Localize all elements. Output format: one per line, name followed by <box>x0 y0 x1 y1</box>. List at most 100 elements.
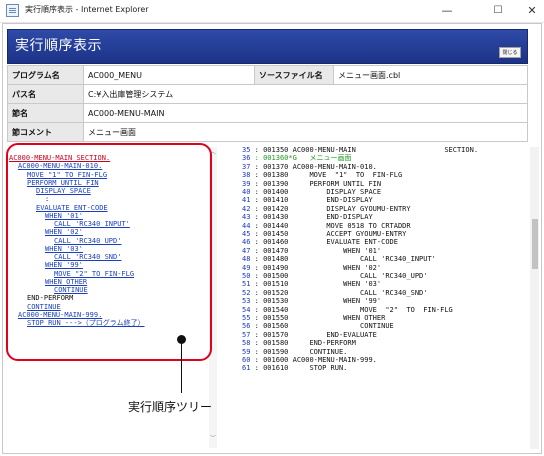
window-close-button[interactable]: ✕ <box>515 0 544 22</box>
info-row-path: パス名 C:¥入出庫管理システム <box>7 84 528 104</box>
code-text: END-PERFORM <box>292 339 356 348</box>
code-text: AC000-MENU-MAIN-010. <box>292 162 377 171</box>
line-separator: : <box>250 146 264 154</box>
code-text: WHEN '01' <box>292 246 382 255</box>
code-scrollbar[interactable] <box>530 147 539 449</box>
section-value: AC000-MENU-MAIN <box>83 103 528 123</box>
info-row-comment: 節コメント メニュー画面 <box>7 122 528 142</box>
code-scrollbar-thumb[interactable] <box>532 219 538 269</box>
code-line: 35 : 001350 AC000-MENU-MAIN SECTION. <box>242 146 478 154</box>
code-line: 48 : 001480 CALL 'RC340_INPUT' <box>242 255 436 263</box>
callout-line <box>181 343 182 393</box>
line-separator: : <box>250 288 264 297</box>
code-text: CALL 'RC340_UPD' <box>292 272 428 280</box>
path-value: C:¥入出庫管理システム <box>83 84 528 104</box>
sequence-number: 001500 <box>263 272 289 280</box>
close-dialog-button[interactable]: 閉じる <box>499 47 521 58</box>
code-text: STOP RUN. <box>292 364 348 373</box>
sequence-number: 001540 <box>263 305 289 314</box>
line-separator: : <box>250 364 264 373</box>
code-line: 38 : 001380 MOVE "1" TO FIN-FLG <box>242 171 402 179</box>
tree-highlight-outline <box>6 143 212 361</box>
code-line: 56 : 001560 CONTINUE <box>242 322 394 330</box>
info-table: プログラム名 AC000_MENU ソースファイル名 メニュー画面.cbl パス… <box>7 65 528 142</box>
line-separator: : <box>250 322 264 331</box>
code-line: 53 : 001530 WHEN '99' <box>242 297 381 305</box>
sequence-number: 001420 <box>263 204 289 213</box>
line-separator: : <box>250 221 264 230</box>
sequence-number: 001390 <box>263 179 289 188</box>
sequence-number: 001370 <box>263 162 289 171</box>
sequence-number: 001480 <box>263 255 289 264</box>
sequence-number: 001560 <box>263 322 289 331</box>
line-separator: : <box>250 179 264 188</box>
sequence-number: 001580 <box>263 339 289 348</box>
code-line: 54 : 001540 MOVE "2" TO FIN-FLG <box>242 306 453 314</box>
code-line: 59 : 001590 CONTINUE. <box>242 348 347 356</box>
code-line: 51 : 001510 WHEN '03' <box>242 280 381 288</box>
code-text: DISPLAY SPACE <box>292 188 382 196</box>
code-line: 36 : 001360*G メニュー画面 <box>242 154 351 162</box>
line-separator: : <box>250 305 264 314</box>
source-file-value: メニュー画面.cbl <box>333 65 528 85</box>
code-line: 52 : 001520 CALL 'RC340_SND' <box>242 289 427 297</box>
line-separator: : <box>250 280 264 289</box>
code-line: 44 : 001440 MOVE 0518 TO CRTADDR <box>242 222 411 230</box>
info-row-section: 節名 AC000-MENU-MAIN <box>7 103 528 123</box>
sequence-number: 001350 <box>263 146 289 154</box>
info-row-program: プログラム名 AC000_MENU ソースファイル名 メニュー画面.cbl <box>7 65 528 85</box>
code-text: END-DISPLAY <box>292 213 373 222</box>
sequence-number: 001490 <box>263 263 289 272</box>
code-text: CALL 'RC340_SND' <box>292 288 428 297</box>
line-separator: : <box>250 196 264 205</box>
maximize-button[interactable]: ☐ <box>481 0 515 22</box>
line-separator: : <box>250 347 264 356</box>
line-separator: : <box>250 255 264 264</box>
window-title: 実行順序表示 - Internet Explorer <box>25 5 149 14</box>
code-line: 61 : 001610 STOP RUN. <box>242 364 347 372</box>
code-text: WHEN '02' <box>292 263 382 272</box>
code-text: メニュー画面 <box>301 154 352 163</box>
code-text: WHEN '03' <box>292 280 382 289</box>
path-label: パス名 <box>7 84 84 104</box>
line-separator: : <box>250 263 264 272</box>
code-line: 55 : 001550 WHEN OTHER <box>242 314 385 322</box>
sequence-number: 001570 <box>263 330 289 339</box>
code-text: CALL 'RC340_INPUT' <box>292 255 436 264</box>
line-separator: : <box>250 188 264 196</box>
code-line: 57 : 001570 END-EVALUATE <box>242 331 377 339</box>
code-line: 40 : 001400 DISPLAY SPACE <box>242 188 381 196</box>
sequence-number: 001600 <box>263 356 289 364</box>
page-title: 実行順序表示 <box>15 38 102 54</box>
code-text: ACCEPT GYOUMU-ENTRY <box>292 230 407 238</box>
line-separator: : <box>250 162 264 171</box>
sequence-number: 001430 <box>263 213 289 222</box>
code-text: DISPLAY GYOUMU-ENTRY <box>292 204 411 213</box>
program-name-label: プログラム名 <box>7 65 84 85</box>
code-line: 46 : 001460 EVALUATE ENT-CODE <box>242 238 398 246</box>
section-label: 節名 <box>7 103 84 123</box>
code-text: END-DISPLAY <box>292 196 373 205</box>
code-line: 58 : 001580 END-PERFORM <box>242 339 356 347</box>
section-comment-label: 節コメント <box>7 122 84 142</box>
line-separator: : <box>250 213 264 222</box>
minimize-button[interactable]: — <box>430 0 464 22</box>
code-text: CONTINUE. <box>292 347 348 356</box>
scroll-down-icon[interactable]: ﹀ <box>209 435 217 443</box>
code-text: PERFORM UNTIL FIN <box>292 179 382 188</box>
code-line: 50 : 001500 CALL 'RC340_UPD' <box>242 272 427 280</box>
code-line: 60 : 001600 AC000-MENU-MAIN-999. <box>242 356 377 364</box>
sequence-number: 001590 <box>263 347 289 356</box>
code-line: 41 : 001410 END-DISPLAY <box>242 196 373 204</box>
code-text: MOVE "1" TO FIN-FLG <box>292 171 403 180</box>
code-text: MOVE "2" TO FIN-FLG <box>292 305 453 314</box>
line-separator: : <box>250 297 264 306</box>
line-separator: : <box>250 314 264 322</box>
code-text: EVALUATE ENT-CODE <box>292 238 398 247</box>
code-text: WHEN '99' <box>292 297 382 306</box>
code-line: 49 : 001490 WHEN '02' <box>242 264 381 272</box>
sequence-number: 001550 <box>263 314 289 322</box>
line-separator: : <box>250 356 264 364</box>
line-separator: : <box>250 171 264 180</box>
code-text: AC000-MENU-MAIN-999. <box>292 356 377 364</box>
